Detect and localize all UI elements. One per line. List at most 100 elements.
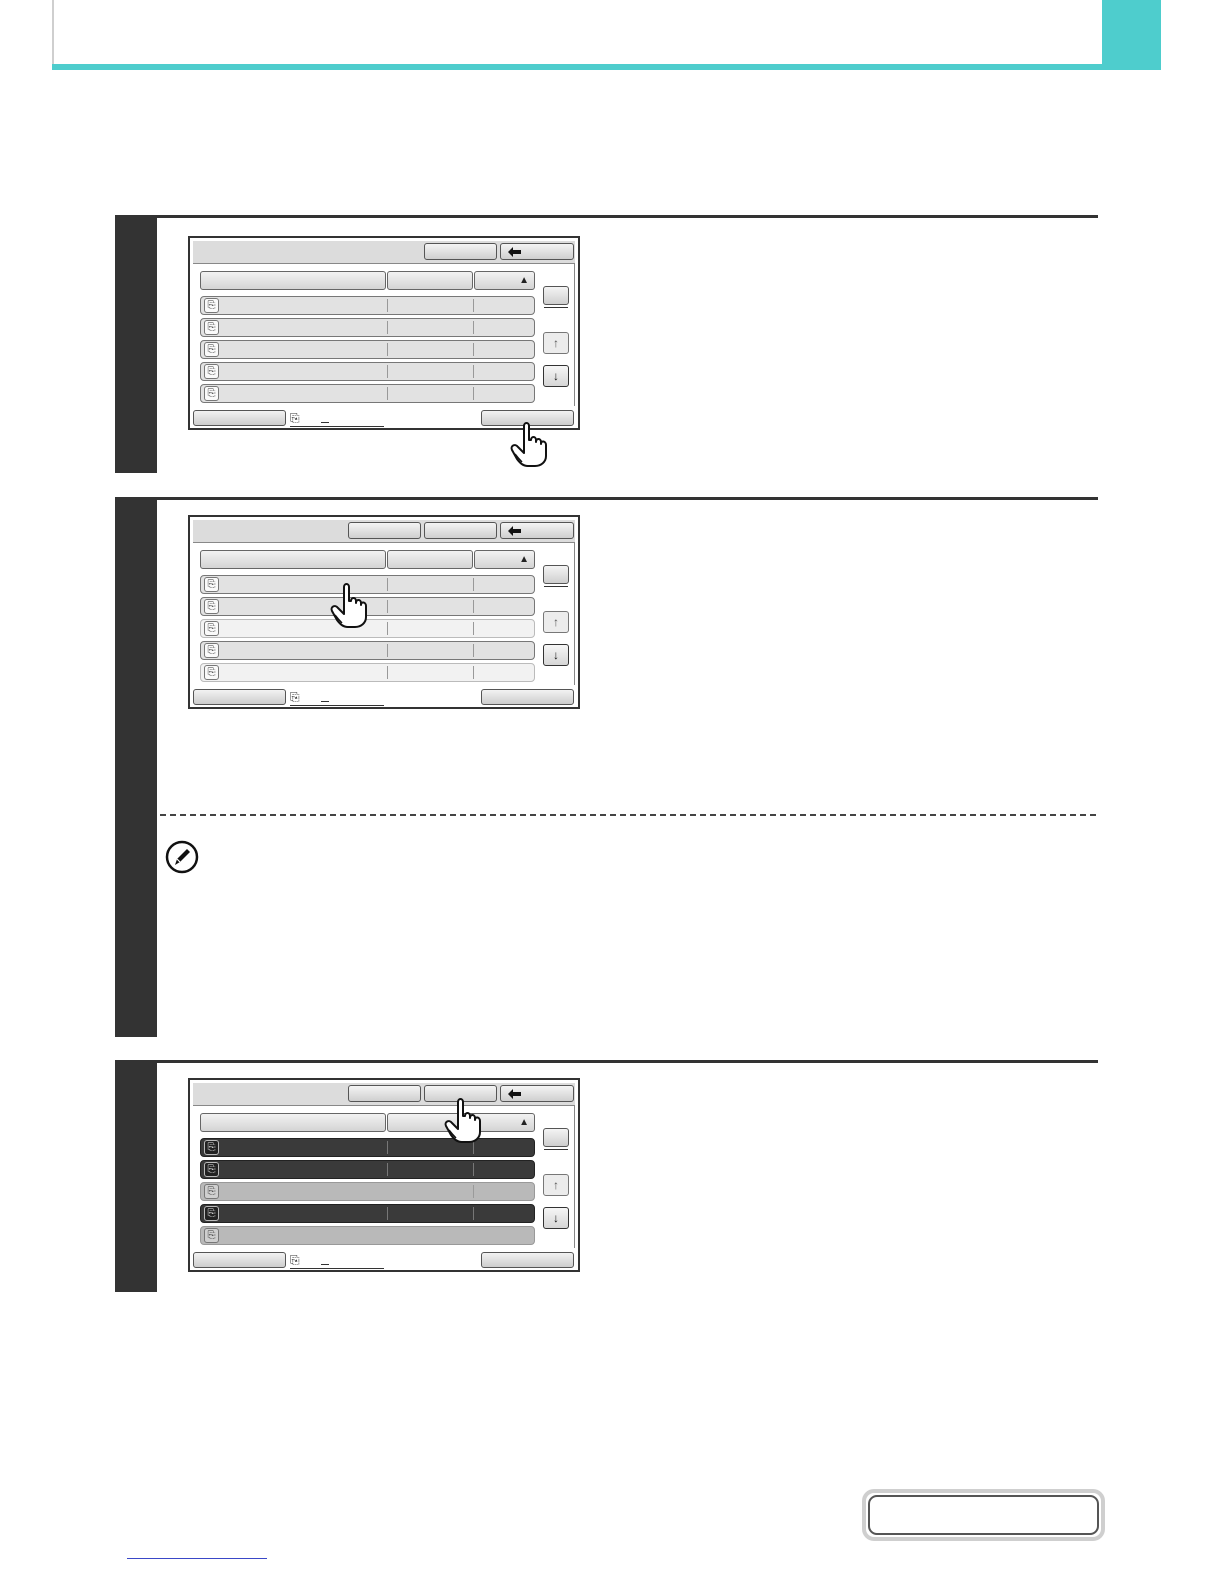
job-icon: ⎘ [204,1162,219,1177]
footer-mark [321,701,329,702]
contents-button-border [868,1495,1099,1535]
back-button[interactable] [500,1085,574,1102]
column-header-status[interactable]: ▲ [474,271,535,290]
job-icon: ⎘ [204,1184,219,1199]
footer-underline [290,426,384,427]
left-arrow-icon [508,1089,521,1099]
up-arrow-icon: ↑ [553,615,559,629]
down-arrow-icon: ↓ [553,648,559,662]
job-status-screen: ▲ ⎘ ⎘ ⎘ ⎘ ⎘ ↑ ↓ ⎘ [188,515,580,709]
footer-right-button[interactable] [481,1252,574,1268]
header-button-1[interactable] [348,522,421,539]
footer-mark [321,422,329,423]
job-icon: ⎘ [204,1140,219,1155]
header-button-1[interactable] [348,1085,421,1102]
step-number-bar [115,1060,157,1292]
footer-left-button[interactable] [193,410,286,426]
step-number-bar [115,215,157,473]
job-row[interactable]: ⎘ [200,641,535,660]
footer-mark [321,1264,329,1265]
down-arrow-icon: ↓ [553,369,559,383]
job-row[interactable]: ⎘ [200,384,535,403]
up-arrow-icon: ↑ [553,336,559,350]
left-arrow-icon [508,247,521,257]
scroll-up-button[interactable]: ↑ [543,1174,569,1196]
scroll-up-button[interactable]: ↑ [543,332,569,354]
down-arrow-icon: ↓ [553,1211,559,1225]
list-divider [574,543,575,685]
column-header-status[interactable]: ▲ [474,550,535,569]
job-icon: ⎘ [204,364,219,379]
scroll-up-button[interactable]: ↑ [543,611,569,633]
pencil-note-icon [165,840,199,874]
column-header-date[interactable] [387,550,473,569]
job-icon: ⎘ [204,320,219,335]
job-icon: ⎘ [204,621,219,636]
column-header-name[interactable] [200,550,386,569]
job-row[interactable]: ⎘ [200,1226,535,1245]
back-button[interactable] [500,243,574,260]
scroll-down-button[interactable]: ↓ [543,1207,569,1229]
job-icon: ⎘ [204,298,219,313]
header-button[interactable] [424,243,497,260]
job-icon: ⎘ [204,665,219,680]
step-rule [157,1060,1098,1063]
copies-icon: ⎘ [290,411,300,425]
step-1: ▲ ⎘ ⎘ ⎘ ⎘ ⎘ ↑ ↓ ⎘ [115,215,1098,473]
side-button[interactable] [543,286,569,308]
header-button-2[interactable] [424,522,497,539]
contents-button[interactable] [862,1489,1105,1541]
copies-icon: ⎘ [290,690,300,704]
footer-underline [290,1268,384,1269]
column-header-name[interactable] [200,271,386,290]
header-left-tick [52,0,54,64]
bottom-link-underline[interactable] [127,1558,267,1559]
step-2: ▲ ⎘ ⎘ ⎘ ⎘ ⎘ ↑ ↓ ⎘ [115,497,1098,1037]
side-button[interactable] [543,1128,569,1150]
job-row[interactable]: ⎘ [200,1160,535,1179]
job-row[interactable]: ⎘ [200,1138,535,1157]
scroll-down-button[interactable]: ↓ [543,365,569,387]
job-row[interactable]: ⎘ [200,663,535,682]
copies-icon: ⎘ [290,1253,300,1267]
footer-left-button[interactable] [193,1252,286,1268]
pointing-hand-icon [444,1098,481,1143]
step-rule [157,497,1098,500]
step-3: ▲ ⎘ ⎘ ⎘ ⎘ ⎘ ↑ ↓ ⎘ [115,1060,1098,1292]
sort-triangle-icon: ▲ [519,554,529,565]
sort-triangle-icon: ▲ [519,1117,529,1128]
back-button[interactable] [500,522,574,539]
job-row[interactable]: ⎘ [200,1204,535,1223]
note-separator [160,814,1096,816]
step-rule [157,215,1098,218]
step-number-bar [115,497,157,1037]
list-divider [574,1106,575,1248]
left-arrow-icon [508,526,521,536]
job-row[interactable]: ⎘ [200,318,535,337]
column-header-date[interactable] [387,271,473,290]
header-rule [52,64,1161,70]
pointing-hand-icon [510,422,547,467]
sort-triangle-icon: ▲ [519,275,529,286]
job-icon: ⎘ [204,643,219,658]
list-divider [574,264,575,406]
job-row[interactable]: ⎘ [200,362,535,381]
pointing-hand-icon [330,583,367,628]
footer-right-button[interactable] [481,689,574,705]
scroll-down-button[interactable]: ↓ [543,644,569,666]
job-icon: ⎘ [204,386,219,401]
column-header-name[interactable] [200,1113,386,1132]
job-status-screen: ▲ ⎘ ⎘ ⎘ ⎘ ⎘ ↑ ↓ ⎘ [188,1078,580,1272]
footer-left-button[interactable] [193,689,286,705]
side-button[interactable] [543,565,569,587]
job-icon: ⎘ [204,1228,219,1243]
job-icon: ⎘ [204,599,219,614]
job-status-screen: ▲ ⎘ ⎘ ⎘ ⎘ ⎘ ↑ ↓ ⎘ [188,236,580,430]
job-row[interactable]: ⎘ [200,340,535,359]
up-arrow-icon: ↑ [553,1178,559,1192]
job-row[interactable]: ⎘ [200,296,535,315]
job-icon: ⎘ [204,1206,219,1221]
job-row[interactable]: ⎘ [200,1182,535,1201]
job-icon: ⎘ [204,342,219,357]
chapter-tab[interactable] [1102,0,1161,68]
